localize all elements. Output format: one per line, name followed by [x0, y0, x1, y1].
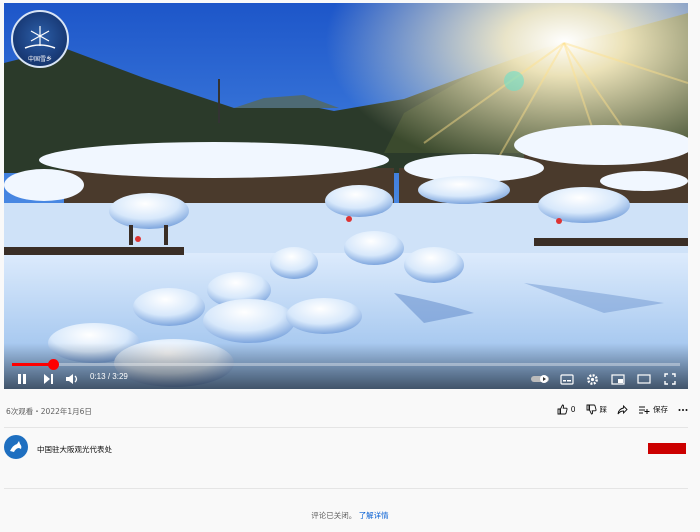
horse-logo-icon [10, 441, 22, 452]
channel-name[interactable]: 中国驻大阪观光代表处 [37, 444, 112, 455]
divider [4, 488, 688, 489]
video-page: 中国雪乡 0:13 / 3:29 6次观看・2022年1月6日 0 踩 保存 中… [0, 0, 700, 532]
next-icon[interactable] [40, 371, 56, 387]
comments-closed-text: 评论已关闭。 [311, 511, 357, 520]
progress-fill [12, 363, 54, 366]
like-count: 0 [570, 405, 576, 414]
upload-date: 2022年1月6日 [40, 407, 92, 416]
autoplay-toggle[interactable] [530, 371, 550, 387]
player-controls: 0:13 / 3:29 [4, 343, 688, 389]
save-button[interactable]: 保存 [638, 404, 668, 415]
video-meta: 6次观看・2022年1月6日 [6, 406, 92, 417]
fullscreen-icon[interactable] [662, 371, 678, 387]
video-frame [4, 3, 688, 389]
progress-bar[interactable] [12, 359, 680, 370]
meta-separator: ・ [33, 407, 41, 416]
video-actions: 0 踩 保存 [557, 404, 688, 415]
time-current: 0:13 [90, 372, 106, 381]
dislike-label: 踩 [599, 405, 608, 414]
more-icon [678, 408, 688, 411]
pause-icon[interactable] [14, 371, 30, 387]
video-player[interactable]: 中国雪乡 0:13 / 3:29 [4, 3, 688, 389]
comments-status: 评论已关闭。 了解详情 [0, 510, 700, 521]
subscribe-button[interactable] [648, 443, 686, 454]
thumbs-up-icon [557, 404, 568, 415]
save-label: 保存 [653, 405, 668, 414]
theater-icon[interactable] [636, 371, 652, 387]
channel-avatar[interactable] [4, 435, 28, 459]
learn-more-link[interactable]: 了解详情 [359, 511, 389, 520]
share-icon [617, 404, 628, 414]
like-button[interactable]: 0 [557, 404, 576, 415]
volume-icon[interactable] [64, 371, 80, 387]
miniplayer-icon[interactable] [610, 371, 626, 387]
logo-subtext: 中国雪乡 [27, 56, 52, 63]
settings-icon[interactable] [584, 371, 600, 387]
more-actions-button[interactable] [678, 408, 688, 412]
view-count: 6次观看 [6, 407, 34, 416]
progress-scrubber[interactable] [48, 359, 60, 370]
time-display: 0:13 / 3:29 [90, 372, 128, 381]
channel-watermark-logo: 中国雪乡 [11, 10, 69, 68]
share-button[interactable] [617, 404, 628, 415]
thumbs-down-icon [586, 404, 597, 415]
subtitles-icon[interactable] [559, 371, 575, 387]
playlist-add-icon [639, 406, 650, 414]
time-total: 3:29 [112, 372, 128, 381]
dislike-button[interactable]: 踩 [586, 404, 608, 415]
divider [4, 427, 688, 428]
